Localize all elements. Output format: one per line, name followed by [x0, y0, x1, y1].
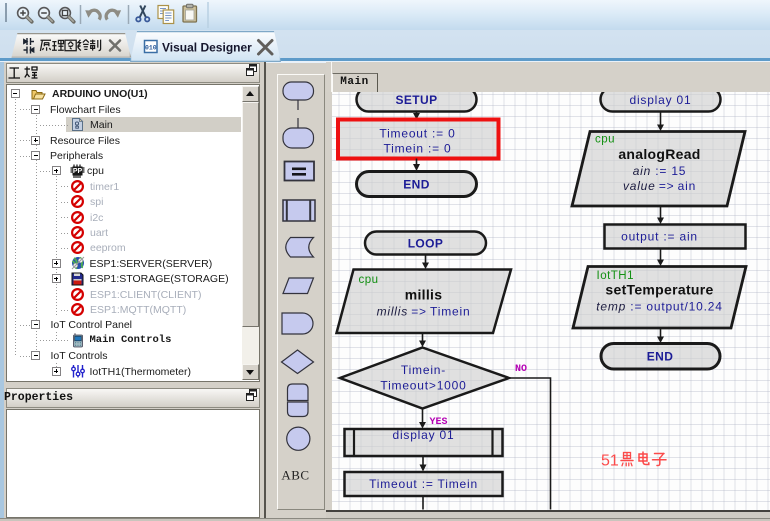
- svg-text:END: END: [403, 177, 430, 191]
- svg-text:IotTH1: IotTH1: [596, 270, 634, 282]
- svg-text:analogRead: analogRead: [618, 146, 700, 162]
- svg-text:Timeout := Timein: Timeout := Timein: [369, 477, 478, 491]
- svg-text:NO: NO: [515, 364, 527, 375]
- svg-text:Timein := 0: Timein := 0: [383, 142, 451, 156]
- svg-text:51: 51: [601, 453, 619, 470]
- svg-text:Timeout>1000: Timeout>1000: [380, 379, 466, 393]
- svg-text:ABC: ABC: [281, 467, 309, 482]
- svg-text:Visual Designer: Visual Designer: [162, 41, 252, 55]
- svg-text:cpu: cpu: [358, 274, 378, 286]
- svg-text:millis: millis: [404, 286, 442, 302]
- svg-text:ain := 15: ain := 15: [632, 164, 686, 178]
- svg-text:PP: PP: [73, 168, 83, 175]
- svg-text:Timeout := 0: Timeout := 0: [379, 127, 455, 141]
- svg-text:010: 010: [145, 45, 157, 52]
- svg-text:SETUP: SETUP: [395, 93, 437, 107]
- svg-text:value => ain: value => ain: [622, 179, 695, 193]
- svg-text:cpu: cpu: [595, 134, 615, 146]
- svg-text:setTemperature: setTemperature: [605, 281, 713, 297]
- svg-text:millis => Timein: millis => Timein: [376, 304, 470, 318]
- svg-text:Timein-: Timein-: [400, 363, 445, 377]
- svg-text:display 01: display 01: [392, 428, 454, 442]
- svg-text:LOOP: LOOP: [407, 236, 443, 250]
- svg-text:output := ain: output := ain: [621, 230, 698, 244]
- svg-text:temp := output/10.24: temp := output/10.24: [596, 299, 722, 313]
- svg-text:display 01: display 01: [629, 93, 691, 107]
- svg-text:YES: YES: [429, 417, 447, 428]
- svg-text:END: END: [646, 350, 673, 364]
